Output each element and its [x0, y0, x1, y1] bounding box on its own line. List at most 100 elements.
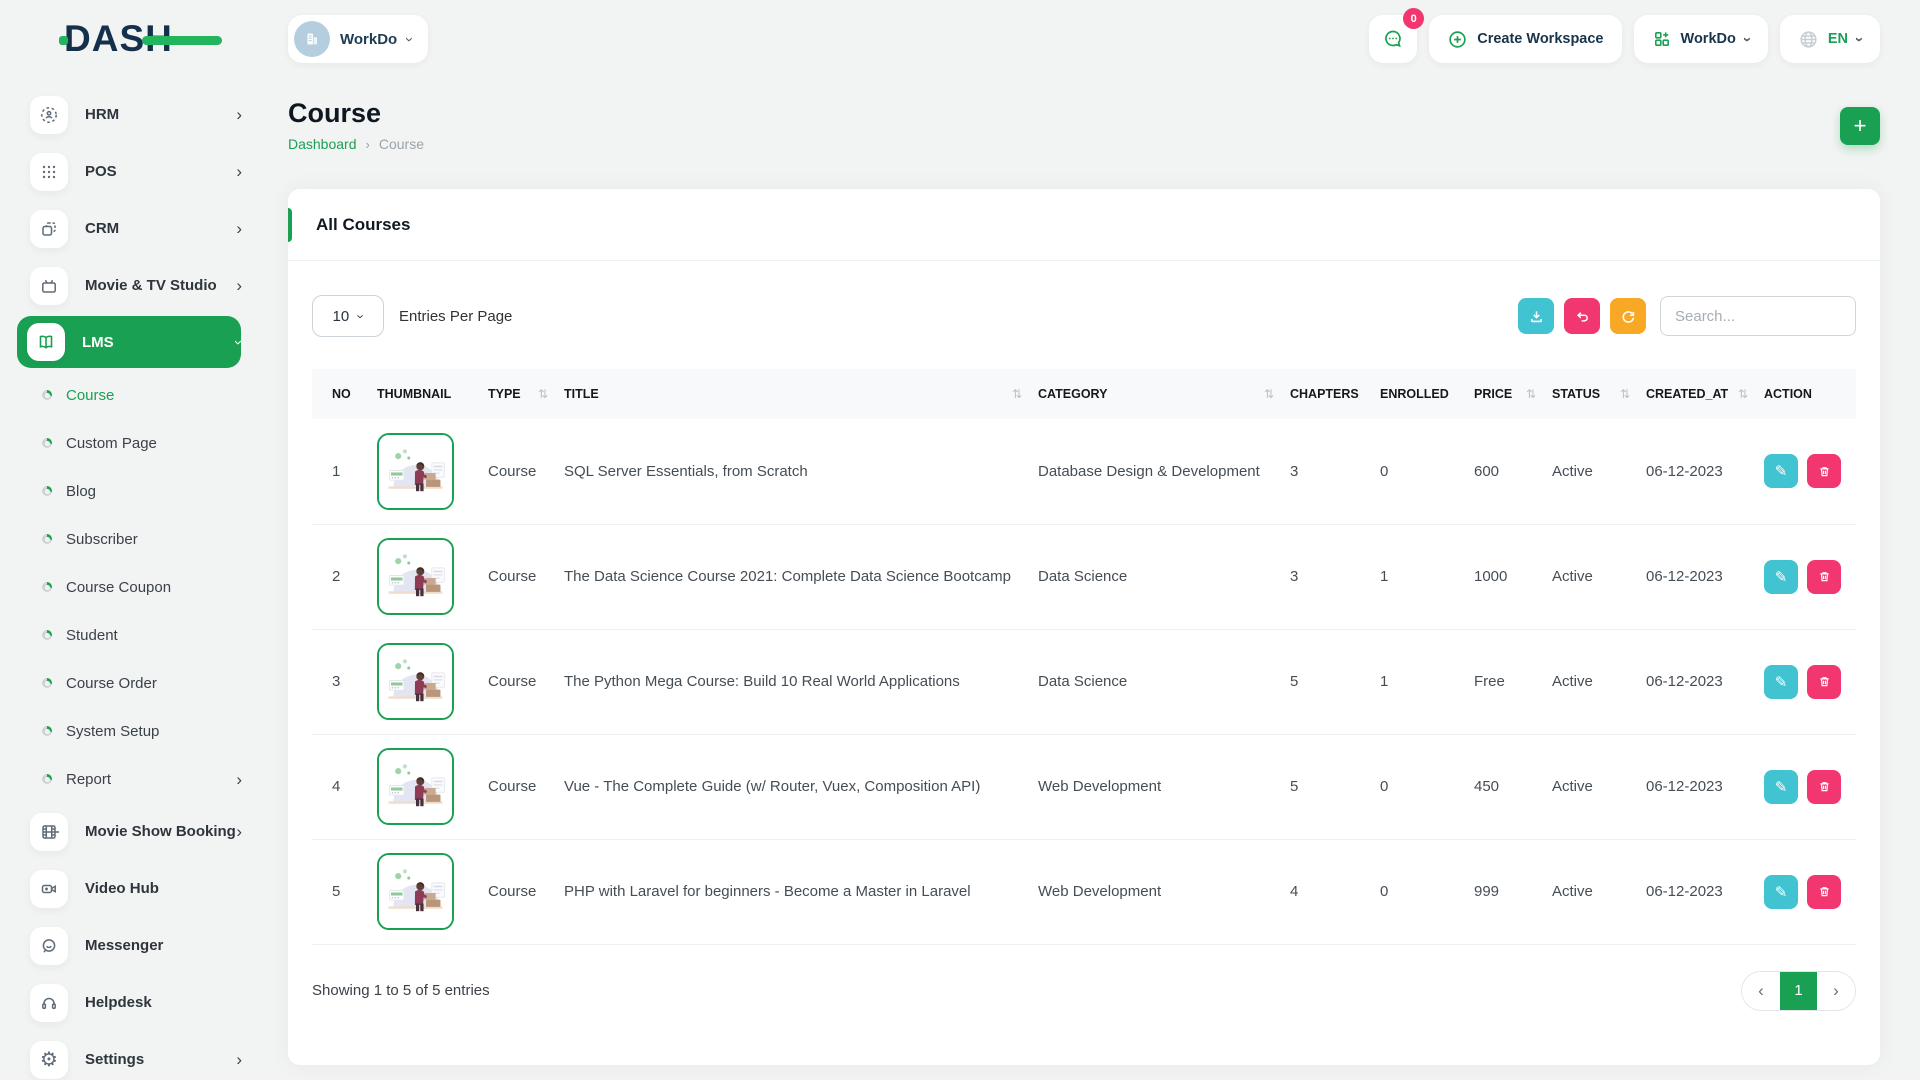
bullet-icon	[42, 534, 52, 544]
sidebar-item-crm[interactable]: CRM ›	[30, 200, 242, 257]
delete-button[interactable]	[1807, 770, 1841, 804]
book-icon	[27, 323, 65, 361]
edit-button[interactable]: ✎	[1764, 665, 1798, 699]
edit-button[interactable]: ✎	[1764, 560, 1798, 594]
courses-table: NO THUMBNAIL TYPE⇅ TITLE⇅ CATEGORY⇅ CHAP…	[312, 369, 1856, 945]
sidebar-item-label: HRM	[85, 106, 236, 123]
pos-icon	[30, 153, 68, 191]
bullet-icon	[42, 438, 52, 448]
cell-enrolled: 1	[1374, 524, 1468, 629]
sidebar-item-video-hub[interactable]: Video Hub	[30, 860, 242, 917]
col-created-at[interactable]: CREATED_AT⇅	[1640, 369, 1758, 419]
cell-title: The Python Mega Course: Build 10 Real Wo…	[558, 629, 1032, 734]
workdo-menu-button[interactable]: WorkDo ›	[1634, 15, 1768, 63]
col-category[interactable]: CATEGORY⇅	[1032, 369, 1284, 419]
course-thumbnail	[377, 748, 454, 825]
sidebar-item-helpdesk[interactable]: Helpdesk	[30, 974, 242, 1031]
entries-per-page-select[interactable]: 10 ›	[312, 295, 384, 337]
download-icon	[1528, 308, 1545, 325]
sidebar-item-label: Settings	[85, 1051, 236, 1068]
reset-button[interactable]	[1564, 298, 1600, 334]
main-content: Course Dashboard › Course + All Courses …	[288, 78, 1920, 1065]
export-button[interactable]	[1518, 298, 1554, 334]
delete-button[interactable]	[1807, 454, 1841, 488]
brand-logo[interactable]: DASH	[64, 18, 214, 60]
messages-button[interactable]: 0	[1369, 15, 1417, 63]
create-workspace-button[interactable]: Create Workspace	[1429, 15, 1621, 63]
course-thumbnail	[377, 643, 454, 720]
cell-title: The Data Science Course 2021: Complete D…	[558, 524, 1032, 629]
sort-icon: ⇅	[1738, 387, 1748, 401]
pagination-next[interactable]: ›	[1817, 971, 1855, 1011]
cell-category: Data Science	[1032, 524, 1284, 629]
cell-enrolled: 0	[1374, 419, 1468, 524]
sidebar-subitem-custom-page[interactable]: Custom Page	[30, 419, 242, 467]
sidebar-subitem-student[interactable]: Student	[30, 611, 242, 659]
sidebar-subitem-course-coupon[interactable]: Course Coupon	[30, 563, 242, 611]
sidebar-item-lms[interactable]: LMS ›	[17, 316, 241, 368]
sidebar-item-movie-tv-studio[interactable]: Movie & TV Studio ›	[30, 257, 242, 314]
chevron-down-icon: ›	[231, 340, 246, 345]
chat-icon	[30, 927, 68, 965]
cell-chapters: 5	[1284, 734, 1374, 839]
cell-created-at: 06-12-2023	[1640, 734, 1758, 839]
cell-type: Course	[482, 524, 558, 629]
breadcrumb-dashboard-link[interactable]: Dashboard	[288, 136, 357, 152]
chat-bubble-icon	[1381, 27, 1405, 51]
sidebar-subitem-report[interactable]: Report ›	[30, 755, 242, 803]
sidebar-subitem-blog[interactable]: Blog	[30, 467, 242, 515]
cell-status: Active	[1546, 629, 1640, 734]
sort-icon: ⇅	[1012, 387, 1022, 401]
sidebar-subitem-system-setup[interactable]: System Setup	[30, 707, 242, 755]
cell-chapters: 5	[1284, 629, 1374, 734]
cell-no: 5	[312, 839, 371, 944]
sidebar-item-label: Helpdesk	[85, 994, 242, 1011]
sidebar-item-messenger[interactable]: Messenger	[30, 917, 242, 974]
pagination-page-1[interactable]: 1	[1780, 971, 1817, 1011]
hrm-icon	[30, 96, 68, 134]
col-title[interactable]: TITLE⇅	[558, 369, 1032, 419]
col-price[interactable]: PRICE⇅	[1468, 369, 1546, 419]
col-thumbnail: THUMBNAIL	[371, 369, 482, 419]
sidebar-item-settings[interactable]: ⚙ Settings ›	[30, 1031, 242, 1080]
edit-button[interactable]: ✎	[1764, 454, 1798, 488]
sidebar-subitem-course-order[interactable]: Course Order	[30, 659, 242, 707]
crm-icon	[30, 210, 68, 248]
sidebar-subitem-subscriber[interactable]: Subscriber	[30, 515, 242, 563]
col-type[interactable]: TYPE⇅	[482, 369, 558, 419]
bullet-icon	[42, 390, 52, 400]
col-status[interactable]: STATUS⇅	[1546, 369, 1640, 419]
sidebar-item-hrm[interactable]: HRM ›	[30, 86, 242, 143]
plus-circle-icon	[1447, 29, 1468, 50]
pencil-icon: ✎	[1775, 462, 1788, 480]
pagination: ‹ 1 ›	[1741, 971, 1856, 1011]
search-input[interactable]	[1660, 296, 1856, 336]
gear-icon: ⚙	[30, 1041, 68, 1079]
sidebar-item-label: POS	[85, 163, 236, 180]
language-selector[interactable]: EN ›	[1780, 15, 1880, 63]
page-title: Course	[288, 98, 424, 129]
edit-button[interactable]: ✎	[1764, 875, 1798, 909]
cell-chapters: 4	[1284, 839, 1374, 944]
cell-price: 999	[1468, 839, 1546, 944]
cell-enrolled: 0	[1374, 734, 1468, 839]
sidebar-item-movie-show-booking[interactable]: Movie Show Booking ›	[30, 803, 242, 860]
sidebar-item-pos[interactable]: POS ›	[30, 143, 242, 200]
workspace-switcher[interactable]: WorkDo ›	[288, 15, 428, 63]
cell-type: Course	[482, 839, 558, 944]
add-course-button[interactable]: +	[1840, 107, 1880, 145]
refresh-button[interactable]	[1610, 298, 1646, 334]
sidebar-item-label: CRM	[85, 220, 236, 237]
delete-button[interactable]	[1807, 560, 1841, 594]
breadcrumb: Dashboard › Course	[288, 136, 424, 152]
edit-button[interactable]: ✎	[1764, 770, 1798, 804]
sidebar-subitem-course[interactable]: Course	[30, 371, 242, 419]
cell-created-at: 06-12-2023	[1640, 524, 1758, 629]
cell-price: 600	[1468, 419, 1546, 524]
cell-category: Web Development	[1032, 839, 1284, 944]
delete-button[interactable]	[1807, 665, 1841, 699]
headset-icon	[30, 984, 68, 1022]
cell-enrolled: 0	[1374, 839, 1468, 944]
delete-button[interactable]	[1807, 875, 1841, 909]
pagination-prev[interactable]: ‹	[1742, 971, 1780, 1011]
